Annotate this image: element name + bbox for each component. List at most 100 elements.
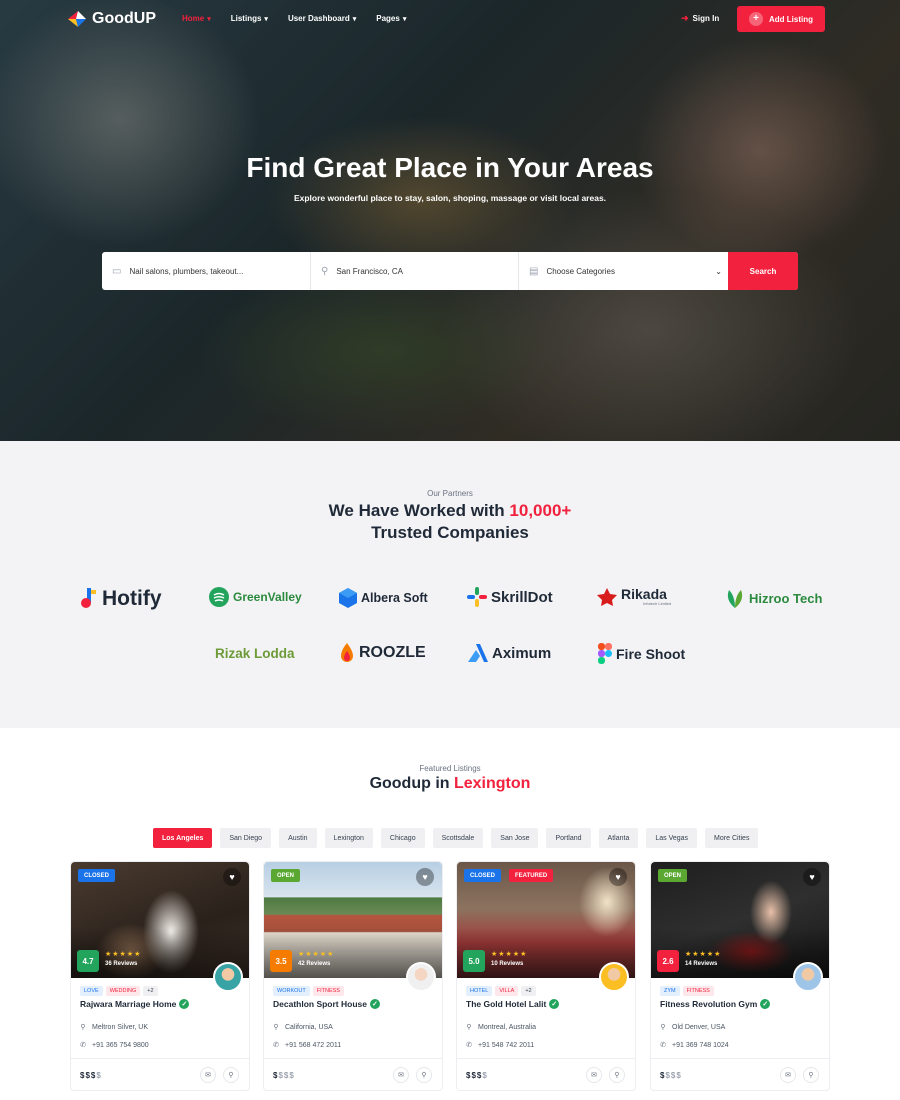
phone-icon: ✆ (273, 1042, 279, 1049)
partner-name: Rikada (621, 586, 667, 602)
listing-location: ⚲ Meltron Silver, UK (80, 1023, 148, 1032)
listing-title[interactable]: Rajwara Marriage Home ✓ (80, 999, 190, 1009)
search-icon[interactable]: ⚲ (223, 1067, 239, 1083)
top-nav: GoodUP Home ▾ Listings ▾ User Dashboard ▾ P… (0, 0, 900, 40)
signin-link[interactable]: ➜ Sign In (681, 13, 719, 24)
divider (71, 1058, 249, 1059)
search-button[interactable]: Search (728, 252, 798, 290)
menu-item-user-dashboard[interactable]: User Dashboard ▾ (288, 14, 356, 23)
verified-icon: ✓ (369, 999, 380, 1009)
star-rating: ★★★★★ (105, 951, 142, 958)
menu-item-pages[interactable]: Pages ▾ (376, 14, 406, 23)
logo[interactable]: GoodUP (66, 9, 156, 29)
listing-name: Fitness Revolution Gym (660, 999, 758, 1009)
tag[interactable]: FITNESS (682, 986, 714, 996)
menu-label: User Dashboard (287, 14, 350, 23)
listing-card[interactable]: CLOSED ♥ 4.7 ★★★★★ 36 Reviews LOVE WEDDI… (70, 861, 250, 1091)
partner-logo-hotify: Hotify (80, 587, 162, 611)
avatar[interactable] (599, 962, 629, 992)
menu-label: Listings (230, 14, 262, 23)
menu-item-home[interactable]: Home ▾ (182, 14, 211, 23)
avatar[interactable] (406, 962, 436, 992)
partner-name: Hizroo Tech (749, 590, 823, 606)
search-icon[interactable]: ⚲ (609, 1067, 625, 1083)
divider (651, 1058, 829, 1059)
partner-logo-hizroo-tech: Hizroo Tech (725, 588, 822, 608)
partner-name: Rizak Lodda (215, 646, 295, 661)
verified-icon: ✓ (549, 999, 560, 1009)
listing-name: The Gold Hotel Lalit (466, 999, 547, 1009)
category-select[interactable]: ▤ Choose Categories ⌄ (519, 252, 728, 290)
tab-lexington[interactable]: Lexington (324, 828, 373, 848)
listing-phone: ✆ +91 548 742 2011 (466, 1041, 534, 1050)
partners-title-text: We Have Worked with (328, 501, 510, 520)
chevron-down-icon: ▾ (352, 15, 357, 23)
tag[interactable]: WEDDING (105, 986, 141, 996)
heart-icon[interactable]: ♥ (223, 868, 241, 886)
listing-location: ⚲ Montreal, Australia (466, 1023, 536, 1032)
verified-icon: ✓ (179, 999, 190, 1009)
mail-icon[interactable]: ✉ (200, 1067, 216, 1083)
divider (264, 1058, 442, 1059)
avatar[interactable] (793, 962, 823, 992)
partners-title-line2: Trusted Companies (371, 523, 529, 542)
tab-san-diego[interactable]: San Diego (220, 828, 272, 848)
listing-title[interactable]: Fitness Revolution Gym ✓ (660, 999, 771, 1009)
listing-phone: ✆ +91 369 748 1024 (660, 1041, 729, 1050)
search-icon[interactable]: ⚲ (416, 1067, 432, 1083)
status-badge: CLOSED (464, 869, 502, 882)
hizroo-logo-icon (727, 590, 743, 608)
mail-icon[interactable]: ✉ (780, 1067, 796, 1083)
tag[interactable]: LOVE (80, 986, 103, 996)
add-listing-button[interactable]: + Add Listing (737, 6, 825, 32)
partner-logo-roozle: ROOZLE (339, 643, 426, 663)
price-active: $$$ (80, 1071, 97, 1080)
tag[interactable]: +2 (521, 986, 536, 996)
partner-logo-rizak-lodda: Rizak Lodda (215, 646, 295, 661)
tab-austin[interactable]: Austin (279, 828, 317, 848)
listing-title[interactable]: The Gold Hotel Lalit ✓ (466, 999, 560, 1009)
aximum-logo-icon (468, 644, 488, 662)
price-inactive: $$$ (665, 1071, 682, 1080)
tag[interactable]: HOTEL (466, 986, 493, 996)
search-icon[interactable]: ⚲ (803, 1067, 819, 1083)
tab-chicago[interactable]: Chicago (380, 828, 425, 848)
price-level: $$$$ (80, 1071, 102, 1080)
tag-list: HOTEL VILLA +2 (466, 986, 536, 996)
mail-icon[interactable]: ✉ (393, 1067, 409, 1083)
listing-card[interactable]: OPEN ♥ 2.6 ★★★★★ 14 Reviews ZYM FITNESS … (650, 861, 830, 1091)
phone-text: +91 365 754 9800 (92, 1041, 149, 1049)
tag[interactable]: WORKOUT (273, 986, 310, 996)
location-input[interactable]: ⚲ San Francisco, CA (311, 252, 519, 290)
heart-icon[interactable]: ♥ (609, 868, 627, 886)
tab-more-cities[interactable]: More Cities (705, 828, 759, 848)
listing-card[interactable]: OPEN ♥ 3.5 ★★★★★ 42 Reviews WORKOUT FITN… (263, 861, 443, 1091)
tab-atlanta[interactable]: Atlanta (598, 828, 639, 848)
partner-name: Fire Shoot (616, 645, 686, 662)
listing-title[interactable]: Decathlon Sport House ✓ (273, 999, 380, 1009)
listing-card[interactable]: CLOSED FEATURED ♥ 5.0 ★★★★★ 10 Reviews H… (456, 861, 636, 1091)
tag[interactable]: FITNESS (312, 986, 344, 996)
tab-san-jose[interactable]: San Jose (491, 828, 539, 848)
avatar[interactable] (213, 962, 243, 992)
menu-item-listings[interactable]: Listings ▾ (231, 14, 268, 23)
listing-phone: ✆ +91 568 472 2011 (273, 1041, 341, 1050)
partner-logo-rikada: Rikada Infotech Limited (597, 586, 671, 606)
main-menu: Home ▾ Listings ▾ User Dashboard ▾ Pages ▾ (182, 14, 426, 23)
briefcase-icon: ▤ (529, 265, 539, 277)
tag[interactable]: +2 (143, 986, 158, 996)
heart-icon[interactable]: ♥ (416, 868, 434, 886)
tab-las-vegas[interactable]: Las Vegas (646, 828, 698, 848)
tab-portland[interactable]: Portland (546, 828, 591, 848)
mail-icon[interactable]: ✉ (586, 1067, 602, 1083)
featured-badge: FEATURED (509, 869, 554, 882)
tag[interactable]: VILLA (495, 986, 519, 996)
heart-icon[interactable]: ♥ (803, 868, 821, 886)
keyword-search-input[interactable]: ▭ Nail salons, plumbers, takeout... (102, 252, 311, 290)
tab-scottsdale[interactable]: Scottsdale (432, 828, 484, 848)
tag[interactable]: ZYM (660, 986, 680, 996)
tag-list: LOVE WEDDING +2 (80, 986, 158, 996)
rikada-text-wrap: Rikada Infotech Limited (621, 586, 671, 606)
tab-los-angeles[interactable]: Los Angeles (153, 828, 213, 848)
chevron-down-icon: ▾ (264, 15, 268, 23)
